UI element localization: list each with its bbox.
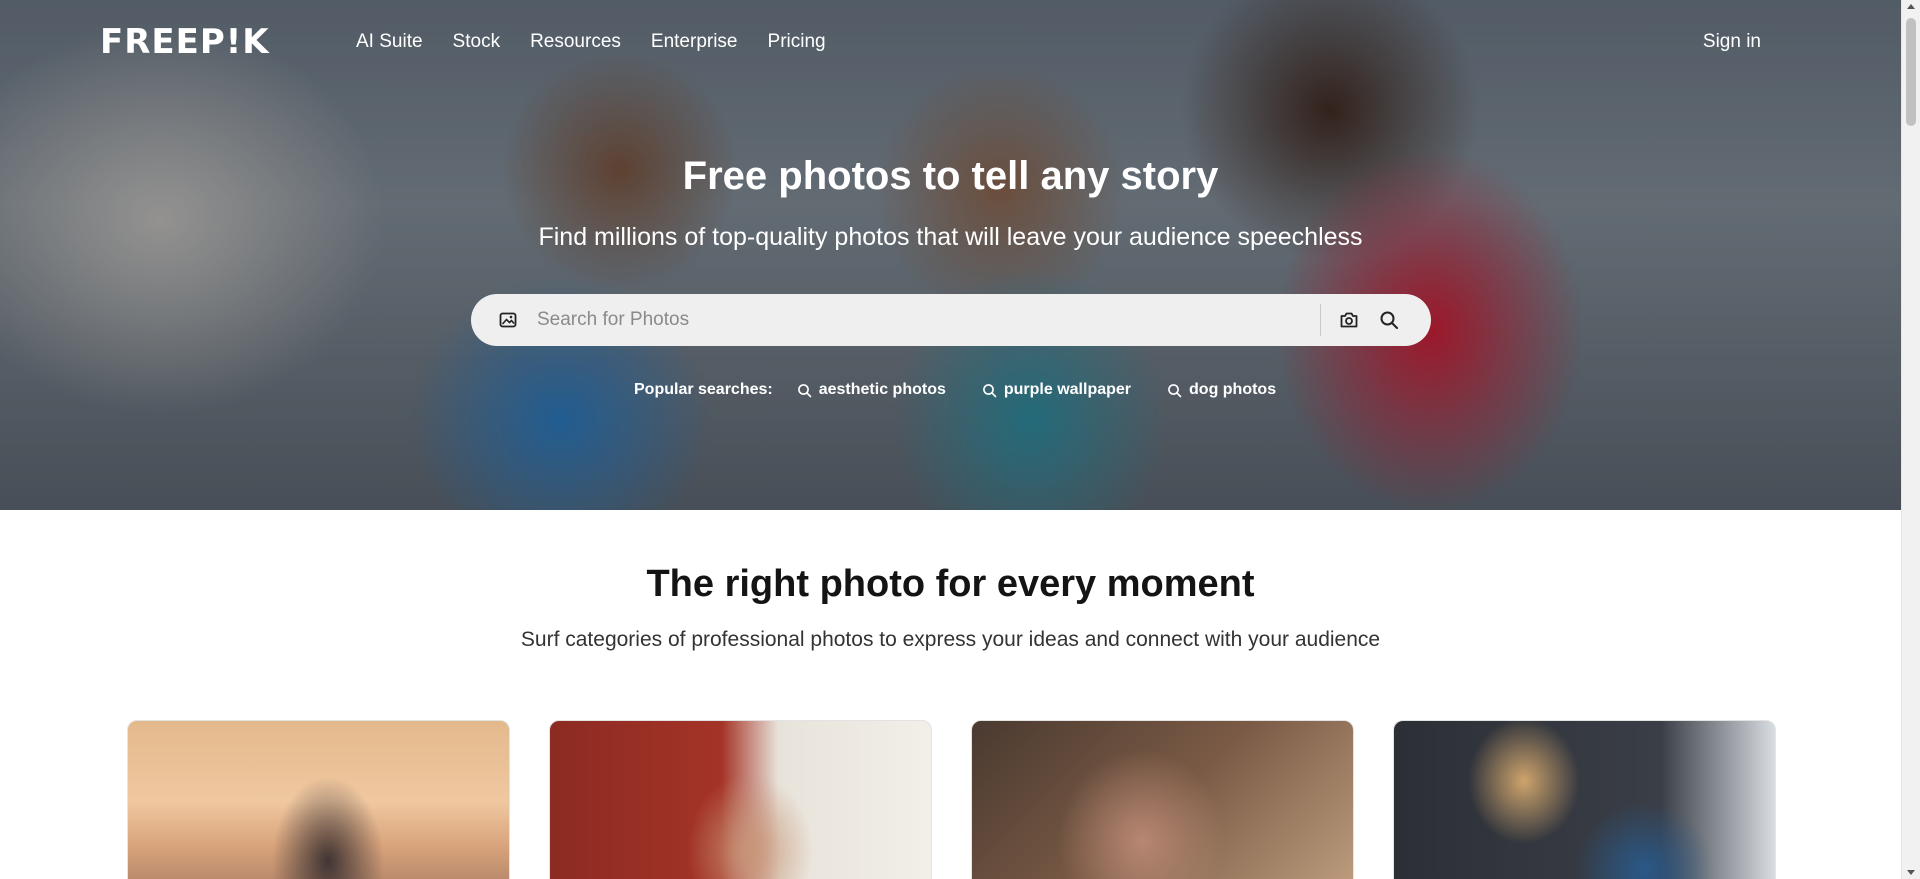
search-icon — [797, 383, 812, 397]
hero-subtitle: Find millions of top-quality photos that… — [538, 223, 1363, 251]
section-title: The right photo for every moment — [646, 563, 1255, 605]
hero-content: Free photos to tell any story Find milli… — [0, 0, 1901, 510]
search-input[interactable] — [537, 294, 1320, 346]
image-icon — [499, 312, 517, 328]
search-icon — [982, 383, 997, 397]
page-scrollbar[interactable] — [1901, 0, 1920, 879]
search-bar — [471, 294, 1431, 346]
chip-label: aesthetic photos — [818, 381, 946, 398]
search-icon — [1380, 311, 1398, 329]
search-by-image-button[interactable] — [1329, 300, 1369, 340]
category-card-family-beach[interactable] — [127, 720, 510, 879]
popular-searches-label: Popular searches: — [634, 381, 773, 398]
popular-search-dog-photos[interactable]: dog photos — [1167, 380, 1276, 400]
scrollbar-thumb[interactable] — [1906, 18, 1916, 126]
category-card-business-meeting[interactable] — [1393, 720, 1776, 879]
camera-icon — [1340, 312, 1358, 328]
scroll-up-arrow-icon[interactable] — [1907, 4, 1915, 9]
popular-search-purple-wallpaper[interactable]: purple wallpaper — [982, 380, 1131, 400]
scroll-down-arrow-icon[interactable] — [1907, 870, 1915, 875]
search-type-selector[interactable] — [479, 294, 537, 346]
category-card-woman-writing[interactable] — [971, 720, 1354, 879]
category-card-man-porch[interactable] — [549, 720, 932, 879]
search-submit-button[interactable] — [1369, 300, 1409, 340]
popular-searches: Popular searches: aesthetic photos purpl… — [634, 380, 1312, 400]
hero-title: Free photos to tell any story — [682, 154, 1219, 198]
chip-label: dog photos — [1189, 381, 1277, 398]
chip-label: purple wallpaper — [1003, 381, 1132, 398]
popular-search-aesthetic-photos[interactable]: aesthetic photos — [797, 380, 946, 400]
search-icon — [1168, 383, 1182, 397]
category-cards — [127, 720, 1815, 879]
search-divider — [1320, 304, 1321, 336]
section-subtitle: Surf categories of professional photos t… — [520, 628, 1381, 651]
